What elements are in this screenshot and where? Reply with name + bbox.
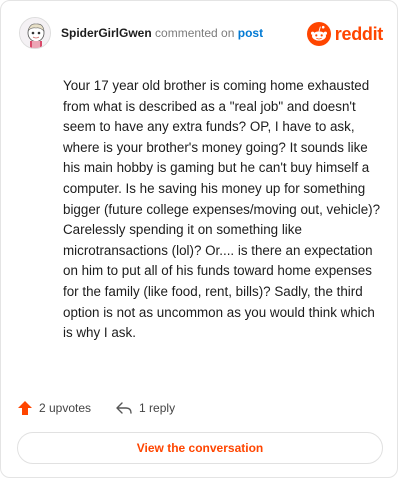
comment-header: SpiderGirlGwen commented on post reddit <box>15 13 383 53</box>
comment-body: Your 17 year old brother is coming home … <box>63 78 381 341</box>
comment-meta: SpiderGirlGwen commented on post <box>61 26 263 40</box>
upvote-count: 2 upvotes <box>39 401 92 415</box>
reply-arrow-icon[interactable] <box>115 400 133 416</box>
username-link[interactable]: SpiderGirlGwen <box>61 26 152 40</box>
post-link[interactable]: post <box>238 26 263 40</box>
commented-on-text: commented on <box>155 26 235 40</box>
reddit-logo-icon <box>306 22 331 46</box>
reply-count: 1 reply <box>139 401 176 415</box>
reply-action[interactable]: 1 reply <box>115 400 175 416</box>
avatar-icon <box>20 18 50 48</box>
upvote-arrow-icon[interactable] <box>17 400 33 416</box>
comment-card: SpiderGirlGwen commented on post reddit … <box>0 0 398 478</box>
user-avatar[interactable] <box>19 17 51 49</box>
comment-actions: 2 upvotes 1 reply <box>17 398 175 418</box>
view-conversation-button[interactable]: View the conversation <box>17 432 383 464</box>
reddit-brand[interactable]: reddit <box>306 21 384 47</box>
upvote-action[interactable]: 2 upvotes <box>17 400 91 416</box>
reddit-wordmark: reddit <box>334 23 384 44</box>
